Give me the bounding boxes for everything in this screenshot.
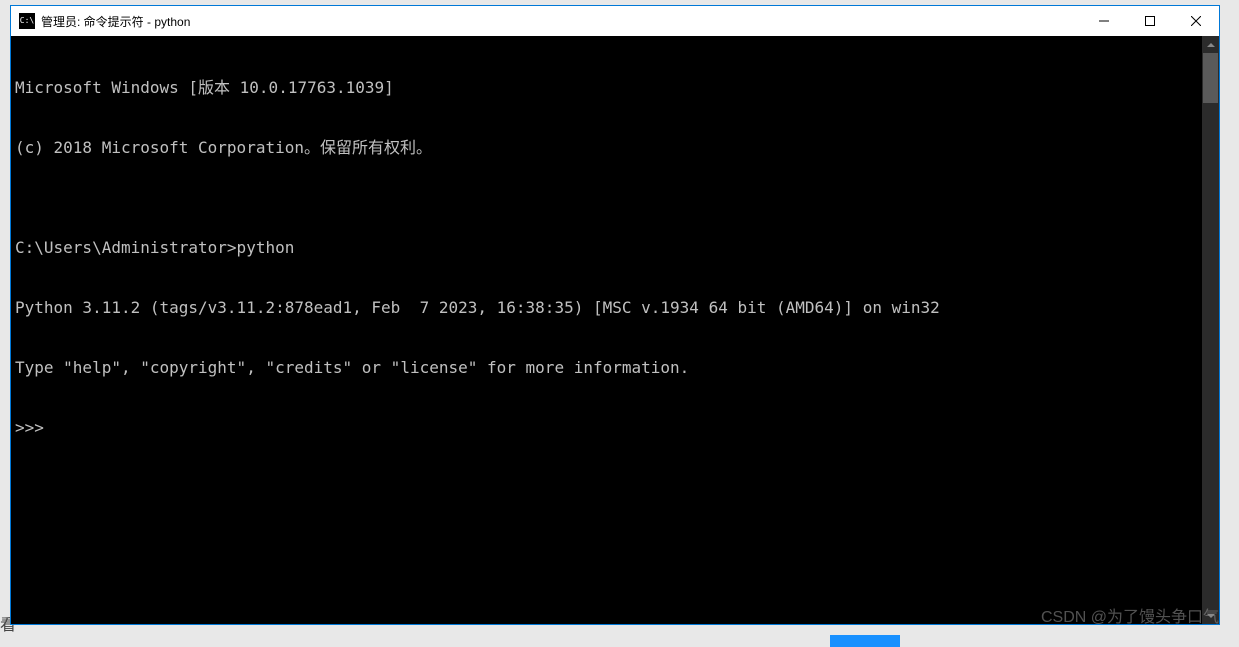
terminal-prompt: >>>: [15, 418, 1215, 438]
window-controls: [1081, 6, 1219, 36]
terminal-line: C:\Users\Administrator>python: [15, 238, 1215, 258]
scrollbar-thumb[interactable]: [1203, 53, 1218, 103]
cmd-icon: C:\: [19, 13, 35, 29]
terminal-line: Microsoft Windows [版本 10.0.17763.1039]: [15, 78, 1215, 98]
background-blue-fragment: [830, 635, 900, 647]
terminal-line: Type "help", "copyright", "credits" or "…: [15, 358, 1215, 378]
titlebar[interactable]: C:\ 管理员: 命令提示符 - python: [11, 6, 1219, 36]
scrollbar[interactable]: [1202, 36, 1219, 624]
minimize-button[interactable]: [1081, 6, 1127, 36]
terminal-line: (c) 2018 Microsoft Corporation。保留所有权利。: [15, 138, 1215, 158]
maximize-icon: [1145, 16, 1155, 26]
minimize-icon: [1099, 16, 1109, 26]
maximize-button[interactable]: [1127, 6, 1173, 36]
cmd-icon-text: C:\: [20, 17, 34, 25]
terminal-line: Python 3.11.2 (tags/v3.11.2:878ead1, Feb…: [15, 298, 1215, 318]
window-title: 管理员: 命令提示符 - python: [41, 13, 1081, 30]
close-button[interactable]: [1173, 6, 1219, 36]
command-prompt-window: C:\ 管理员: 命令提示符 - python Microsoft Window…: [10, 5, 1220, 625]
watermark: CSDN @为了馒头争口气: [1041, 603, 1219, 627]
terminal-area[interactable]: Microsoft Windows [版本 10.0.17763.1039] (…: [11, 36, 1219, 624]
scrollbar-up-arrow-icon[interactable]: [1202, 36, 1219, 53]
close-icon: [1191, 16, 1201, 26]
